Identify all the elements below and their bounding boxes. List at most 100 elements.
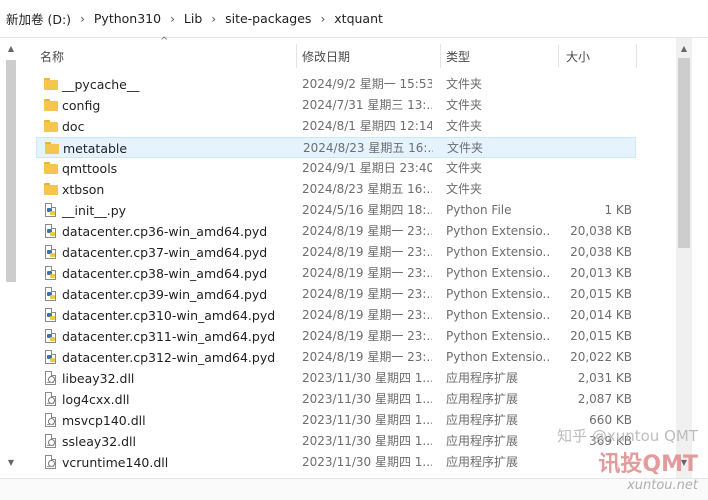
file-type: Python Extensio... [446, 287, 550, 301]
file-type: 文件夹 [446, 161, 483, 175]
sort-ascending-icon: ^ [160, 36, 169, 47]
breadcrumb-separator-icon[interactable]: › [211, 12, 216, 26]
file-row[interactable]: datacenter.cp38-win_amd64.pyd 2024/8/19 星… [36, 263, 636, 284]
dll-file-icon [45, 392, 56, 406]
file-name: ssleay32.dll [62, 434, 137, 449]
scroll-up-icon[interactable]: ▲ [679, 44, 689, 53]
breadcrumb-item[interactable]: 新加卷 (D:) [6, 9, 71, 28]
column-header-date[interactable]: 修改日期 [302, 48, 350, 68]
file-row[interactable]: xtbson 2024/8/23 星期五 16:... 文件夹 [36, 179, 636, 200]
python-extension-icon [45, 266, 56, 280]
file-size: 2,087 KB [577, 392, 632, 406]
column-divider[interactable] [296, 44, 297, 68]
file-date: 2024/8/1 星期四 12:14 [302, 119, 432, 133]
file-name: config [62, 98, 101, 113]
column-divider[interactable] [636, 44, 637, 68]
file-date: 2024/7/31 星期三 13:... [302, 98, 432, 112]
file-date: 2024/8/19 星期一 23:... [302, 350, 432, 364]
address-bar[interactable]: 新加卷 (D:) › Python310 › Lib › site-packages › xtq… [0, 0, 708, 38]
column-header-size[interactable]: 大小 [566, 48, 590, 68]
left-scroll-up-icon[interactable]: ▲ [6, 44, 16, 54]
python-extension-icon [45, 308, 56, 322]
vertical-scrollbar-thumb[interactable] [678, 58, 690, 248]
left-scrollbar-thumb[interactable] [6, 60, 16, 282]
file-type: 应用程序扩展 [446, 392, 519, 406]
file-row[interactable]: __pycache__ 2024/9/2 星期一 15:53 文件夹 [36, 74, 636, 95]
column-header-type[interactable]: 类型 [446, 48, 470, 68]
file-name: metatable [63, 141, 128, 156]
breadcrumb-separator-icon[interactable]: › [170, 12, 175, 26]
file-type: 应用程序扩展 [446, 434, 519, 448]
python-extension-icon [45, 287, 56, 301]
file-date: 2024/8/23 星期五 16:... [302, 182, 432, 196]
file-date: 2024/8/19 星期一 23:... [302, 266, 432, 280]
watermark: 知乎 @xuntou QMT 讯投QMT xuntou.net [557, 425, 698, 493]
file-name: datacenter.cp312-win_amd64.pyd [62, 350, 276, 365]
breadcrumb-item[interactable]: Python310 [94, 11, 161, 26]
python-extension-icon [45, 245, 56, 259]
column-header-name[interactable]: 名称 [40, 48, 64, 68]
dll-file-icon [45, 413, 56, 427]
file-date: 2024/9/2 星期一 15:53 [302, 77, 432, 91]
folder-icon [45, 141, 59, 155]
file-row[interactable]: libeay32.dll 2023/11/30 星期四 1... 应用程序扩展 2,0… [36, 368, 636, 389]
file-date: 2024/8/23 星期五 16:... [303, 141, 433, 155]
file-date: 2024/8/19 星期一 23:... [302, 308, 432, 322]
file-row[interactable]: doc 2024/8/1 星期四 12:14 文件夹 [36, 116, 636, 137]
file-date: 2023/11/30 星期四 1... [302, 413, 432, 427]
file-row[interactable]: datacenter.cp39-win_amd64.pyd 2024/8/19 星… [36, 284, 636, 305]
breadcrumb-item[interactable]: Lib [184, 11, 202, 26]
file-type: 文件夹 [446, 77, 483, 91]
file-name: doc [62, 119, 85, 134]
file-date: 2024/8/19 星期一 23:... [302, 245, 432, 259]
file-type: Python Extensio... [446, 329, 550, 343]
dll-file-icon [45, 455, 56, 469]
file-row[interactable]: datacenter.cp37-win_amd64.pyd 2024/8/19 星… [36, 242, 636, 263]
file-name: datacenter.cp311-win_amd64.pyd [62, 329, 276, 344]
file-row[interactable]: config 2024/7/31 星期三 13:... 文件夹 [36, 95, 636, 116]
file-row[interactable]: msvcp140.dll 2023/11/30 星期四 1... 应用程序扩展 660… [36, 410, 636, 431]
file-name: datacenter.cp37-win_amd64.pyd [62, 245, 268, 260]
breadcrumb-separator-icon[interactable]: › [80, 12, 85, 26]
file-row[interactable]: qmttools 2024/9/1 星期日 23:40 文件夹 [36, 158, 636, 179]
file-row[interactable]: log4cxx.dll 2023/11/30 星期四 1... 应用程序扩展 2,08… [36, 389, 636, 410]
file-date: 2023/11/30 星期四 1... [302, 455, 432, 469]
file-type: Python Extensio... [446, 224, 550, 238]
file-type: Python Extensio... [446, 308, 550, 322]
file-date: 2023/11/30 星期四 1... [302, 392, 432, 406]
file-name: vcruntime140.dll [62, 455, 169, 470]
file-row[interactable]: metatable 2024/8/23 星期五 16:... 文件夹 [36, 137, 636, 158]
file-type: Python Extensio... [446, 266, 550, 280]
file-row[interactable]: datacenter.cp36-win_amd64.pyd 2024/8/19 星… [36, 221, 636, 242]
file-name: datacenter.cp36-win_amd64.pyd [62, 224, 268, 239]
file-name: msvcp140.dll [62, 413, 146, 428]
file-row[interactable]: datacenter.cp312-win_amd64.pyd 2024/8/19 … [36, 347, 636, 368]
dll-file-icon [45, 371, 56, 385]
folder-icon [44, 161, 58, 175]
left-scroll-down-icon[interactable]: ▼ [6, 458, 16, 468]
watermark-line1: 知乎 @xuntou QMT [557, 427, 698, 445]
file-row[interactable]: datacenter.cp311-win_amd64.pyd 2024/8/19 … [36, 326, 636, 347]
column-divider[interactable] [558, 44, 559, 68]
file-row[interactable]: vcruntime140.dll 2023/11/30 星期四 1... 应用程序扩… [36, 452, 636, 473]
breadcrumb-item[interactable]: xtquant [334, 11, 383, 26]
file-size: 20,038 KB [570, 224, 632, 238]
python-extension-icon [45, 224, 56, 238]
folder-icon [44, 182, 58, 196]
watermark-line2: 讯投QMT [598, 452, 698, 477]
file-row[interactable]: __init__.py 2024/5/16 星期四 18:... Python Fi… [36, 200, 636, 221]
file-size: 2,031 KB [577, 371, 632, 385]
file-name: datacenter.cp310-win_amd64.pyd [62, 308, 276, 323]
file-type: 文件夹 [446, 119, 483, 133]
file-row[interactable]: ssleay32.dll 2023/11/30 星期四 1... 应用程序扩展 369… [36, 431, 636, 452]
file-date: 2024/8/19 星期一 23:... [302, 329, 432, 343]
file-size: 1 KB [604, 203, 632, 217]
file-date: 2024/8/19 星期一 23:... [302, 287, 432, 301]
file-list: __pycache__ 2024/9/2 星期一 15:53 文件夹 config 20… [36, 74, 636, 473]
breadcrumb-separator-icon[interactable]: › [320, 12, 325, 26]
file-type: 应用程序扩展 [446, 413, 519, 427]
breadcrumb-item[interactable]: site-packages [225, 11, 311, 26]
file-row[interactable]: datacenter.cp310-win_amd64.pyd 2024/8/19 … [36, 305, 636, 326]
column-divider[interactable] [440, 44, 441, 68]
python-extension-icon [45, 350, 56, 364]
